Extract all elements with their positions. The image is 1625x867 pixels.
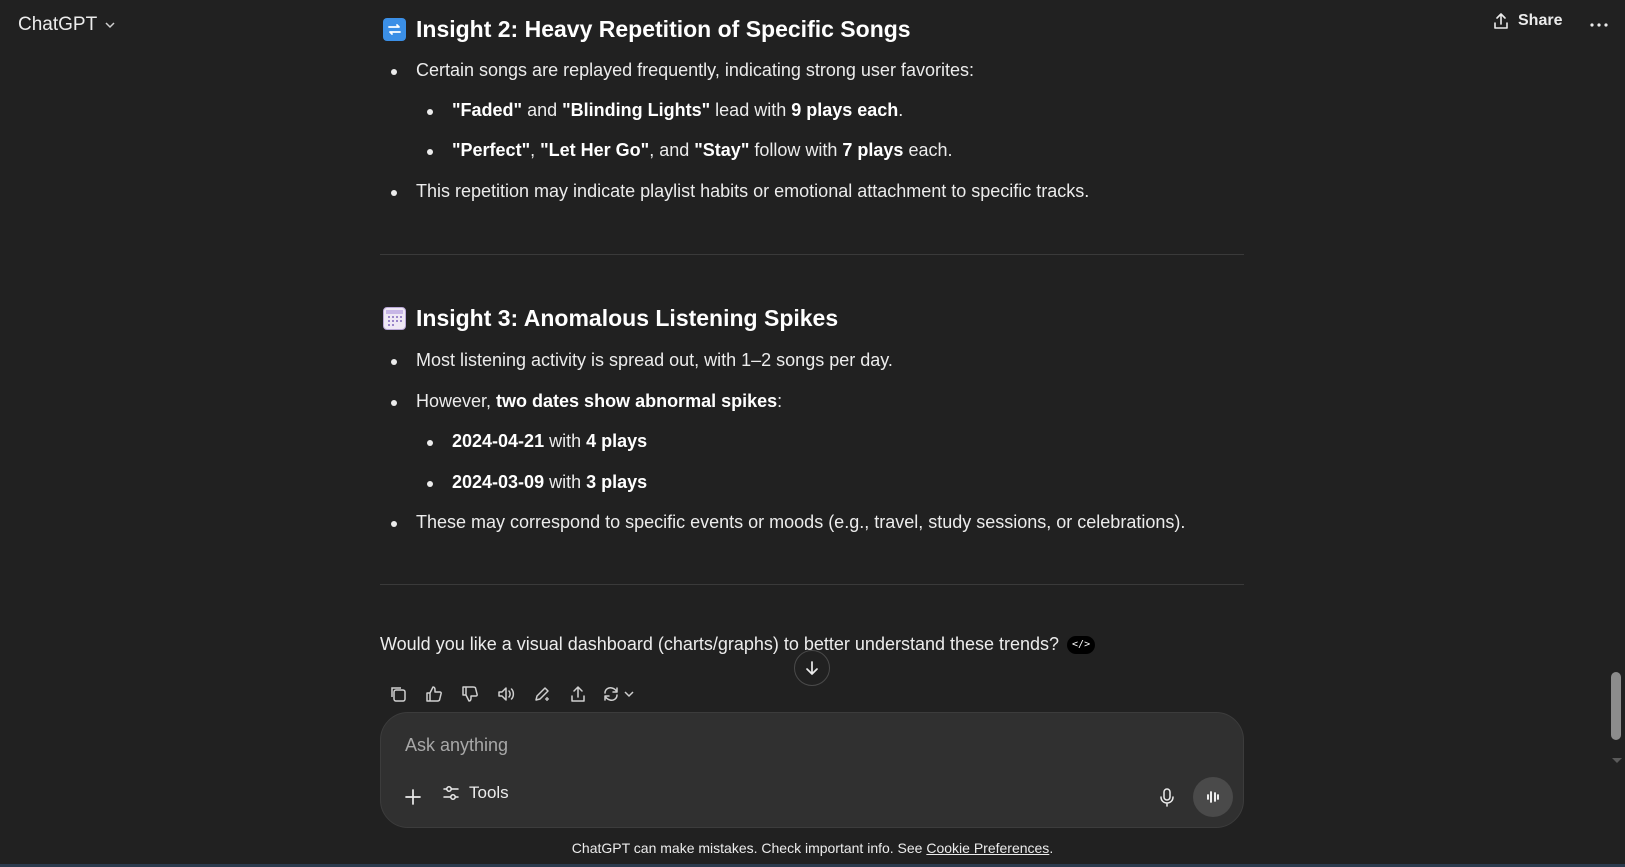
share-icon xyxy=(1494,13,1508,29)
list-item: 2024-03-09 with 3 plays xyxy=(426,472,648,492)
model-picker[interactable]: ChatGPT xyxy=(18,14,117,36)
plus-icon xyxy=(405,789,421,805)
message-actions xyxy=(380,682,640,706)
section-divider xyxy=(380,584,1244,585)
disclaimer: ChatGPT can make mistakes. Check importa… xyxy=(571,840,1054,856)
waveform-icon xyxy=(1207,791,1219,803)
speaker-icon xyxy=(498,687,515,701)
thumbs-down-button[interactable] xyxy=(452,682,488,706)
section-divider xyxy=(380,254,1244,255)
calendar-icon xyxy=(383,307,406,330)
list-item: Certain songs are replayed frequently, i… xyxy=(391,60,974,80)
list-item: These may correspond to specific events … xyxy=(390,512,1186,532)
voice-mode-button[interactable] xyxy=(1193,777,1233,817)
insight-2-title: Insight 2: Heavy Repetition of Specific … xyxy=(416,16,911,42)
list-item: This repetition may indicate playlist ha… xyxy=(390,181,1090,201)
list-item: "Perfect", "Let Her Go", and "Stay" foll… xyxy=(427,140,953,160)
tools-button[interactable]: Tools xyxy=(441,783,509,803)
list-item: However, two dates show abnormal spikes: xyxy=(390,391,783,411)
edit-canvas-button[interactable] xyxy=(524,682,560,706)
list-item: 2024-04-21 with 4 plays xyxy=(426,431,648,451)
list-item: Most listening activity is spread out, w… xyxy=(391,350,893,370)
read-aloud-button[interactable] xyxy=(488,682,524,706)
list-item: "Faded" and "Blinding Lights" lead with … xyxy=(426,100,904,120)
scrollbar-thumb[interactable] xyxy=(1611,672,1621,740)
arrow-down-icon xyxy=(806,661,818,675)
refresh-icon xyxy=(604,687,618,701)
scroll-arrow-down-icon[interactable] xyxy=(1612,758,1622,763)
copy-icon xyxy=(391,687,406,702)
insight-3-title: Insight 3: Anomalous Listening Spikes xyxy=(416,305,839,331)
pencil-sparkle-icon xyxy=(535,687,549,701)
chevron-down-icon xyxy=(105,22,115,29)
ellipsis-icon xyxy=(1590,23,1608,27)
microphone-icon xyxy=(1160,788,1174,807)
dictate-button[interactable] xyxy=(1155,785,1179,809)
composer: Tools xyxy=(380,712,1244,828)
thumbs-up-button[interactable] xyxy=(416,682,452,706)
share-button[interactable]: Share xyxy=(1492,12,1562,30)
scroll-to-bottom-button[interactable] xyxy=(794,650,830,686)
model-label: ChatGPT xyxy=(18,14,98,35)
upload-icon xyxy=(571,686,585,702)
code-badge[interactable]: </> xyxy=(1067,635,1096,654)
insight-2-heading: Insight 2: Heavy Repetition of Specific … xyxy=(383,16,911,43)
sliders-icon xyxy=(443,786,459,800)
regenerate-button[interactable] xyxy=(596,682,640,706)
scrollbar[interactable] xyxy=(1608,0,1625,867)
repeat-icon xyxy=(383,18,406,41)
follow-up-question: Would you like a visual dashboard (chart… xyxy=(380,634,1096,655)
add-attachment-button[interactable] xyxy=(401,785,425,809)
thumbs-up-icon xyxy=(426,686,442,702)
thumbs-down-icon xyxy=(462,686,478,702)
copy-button[interactable] xyxy=(380,682,416,706)
share-message-button[interactable] xyxy=(560,682,596,706)
prompt-input[interactable] xyxy=(403,731,1103,759)
cookie-preferences-link[interactable]: Cookie Preferences xyxy=(926,840,1049,856)
chevron-down-icon xyxy=(624,691,634,698)
share-label: Share xyxy=(1518,12,1563,29)
insight-3-heading: Insight 3: Anomalous Listening Spikes xyxy=(383,305,838,332)
tools-label: Tools xyxy=(469,783,509,802)
